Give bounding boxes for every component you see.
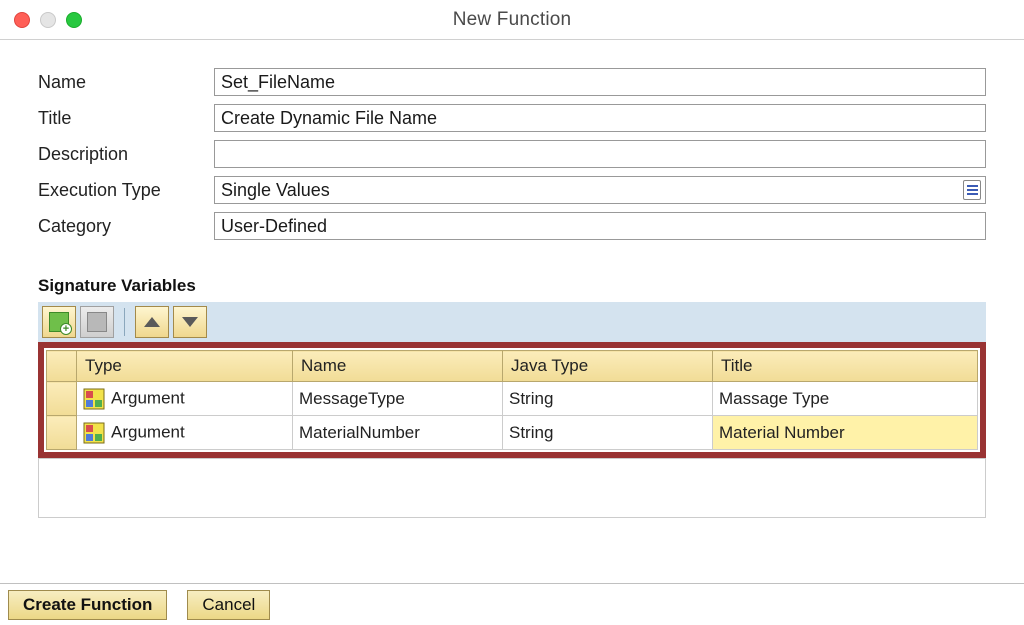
category-field[interactable]	[215, 213, 985, 239]
row-handle[interactable]	[47, 416, 77, 450]
delete-row-button[interactable]	[80, 306, 114, 338]
toolbar-divider	[124, 308, 125, 336]
cancel-button[interactable]: Cancel	[187, 590, 270, 620]
window-controls	[14, 12, 82, 28]
table-header-java[interactable]: Java Type	[503, 351, 713, 382]
cell-type[interactable]: Argument	[77, 416, 293, 450]
signature-toolbar: +	[38, 302, 986, 342]
table-header-type[interactable]: Type	[77, 351, 293, 382]
cell-java-type[interactable]: String	[503, 416, 713, 450]
cell-title[interactable]: Material Number	[713, 416, 978, 450]
window-title: New Function	[0, 9, 1024, 31]
title-label: Title	[38, 108, 214, 129]
execution-type-label: Execution Type	[38, 180, 214, 201]
cell-name[interactable]: MaterialNumber	[293, 416, 503, 450]
table-header-name[interactable]: Name	[293, 351, 503, 382]
details-area	[38, 458, 986, 518]
argument-icon	[83, 388, 105, 410]
table-row[interactable]: Argument MessageTypeStringMassage Type	[47, 382, 978, 416]
row-handle[interactable]	[47, 382, 77, 416]
arrow-down-icon	[182, 317, 198, 327]
arrow-up-icon	[144, 317, 160, 327]
table-header-title[interactable]: Title	[713, 351, 978, 382]
title-field[interactable]	[215, 105, 985, 131]
dropdown-list-icon[interactable]	[963, 180, 981, 200]
table-header-handle	[47, 351, 77, 382]
form-area: Name Title Description Execution Type Ca…	[0, 40, 1024, 258]
add-row-button[interactable]: +	[42, 306, 76, 338]
cell-name[interactable]: MessageType	[293, 382, 503, 416]
description-field[interactable]	[215, 141, 985, 167]
name-label: Name	[38, 72, 214, 93]
name-field[interactable]	[215, 69, 985, 95]
cell-type-label: Argument	[111, 422, 185, 441]
move-up-button[interactable]	[135, 306, 169, 338]
description-label: Description	[38, 144, 214, 165]
cell-type[interactable]: Argument	[77, 382, 293, 416]
cell-java-type[interactable]: String	[503, 382, 713, 416]
argument-icon	[83, 422, 105, 444]
signature-variables-heading: Signature Variables	[38, 276, 1024, 296]
close-icon[interactable]	[14, 12, 30, 28]
button-bar: Create Function Cancel	[0, 583, 1024, 625]
cell-type-label: Argument	[111, 388, 185, 407]
table-row[interactable]: Argument MaterialNumberStringMaterial Num…	[47, 416, 978, 450]
minimize-icon[interactable]	[40, 12, 56, 28]
signature-variables-table: Type Name Java Type Title Argument Messag…	[38, 342, 986, 458]
cell-title[interactable]: Massage Type	[713, 382, 978, 416]
zoom-icon[interactable]	[66, 12, 82, 28]
category-label: Category	[38, 216, 214, 237]
execution-type-field[interactable]	[215, 177, 985, 203]
move-down-button[interactable]	[173, 306, 207, 338]
titlebar: New Function	[0, 0, 1024, 40]
create-function-button[interactable]: Create Function	[8, 590, 167, 620]
